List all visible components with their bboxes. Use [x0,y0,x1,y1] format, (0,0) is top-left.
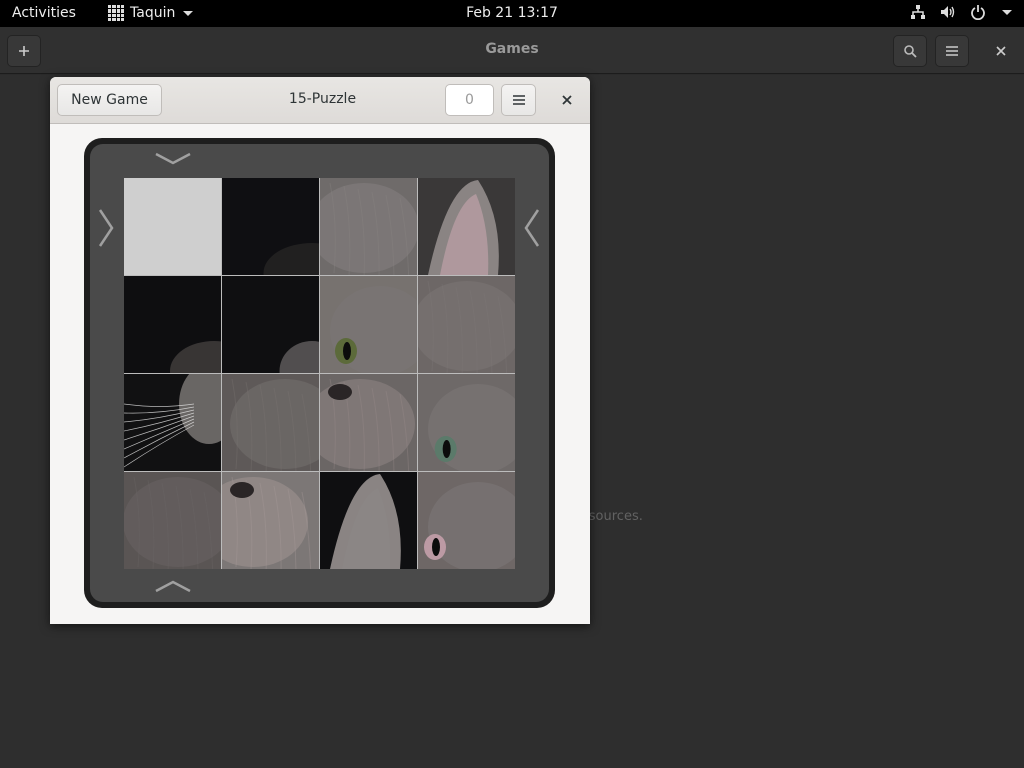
tile-image [418,472,515,569]
puzzle-tile[interactable] [418,472,515,569]
tile-image [222,276,319,373]
puzzle-tile[interactable] [418,276,515,373]
search-button[interactable] [893,35,927,67]
top-bar: Activities Taquin Feb 21 13:17 [0,0,1024,27]
clock[interactable]: Feb 21 13:17 [0,5,1024,21]
puzzle-tile[interactable] [124,374,221,471]
taquin-close-button[interactable] [552,84,582,116]
empty-tile[interactable] [124,178,221,275]
hamburger-icon [512,95,525,105]
tile-image [222,374,319,471]
close-icon [562,95,572,105]
chevron-up-icon[interactable] [154,579,192,593]
taquin-menu-button[interactable] [501,84,536,116]
puzzle-tile[interactable] [222,178,319,275]
moves-counter: 0 [445,84,494,116]
close-icon [996,46,1006,56]
tile-image [320,276,417,373]
chevron-left-icon[interactable] [524,208,540,248]
games-close-button[interactable] [984,35,1018,67]
chevron-down-icon[interactable] [154,152,192,166]
puzzle-tile[interactable] [320,374,417,471]
tile-image [418,374,515,471]
chevron-right-icon[interactable] [98,208,114,248]
tile-image [418,178,515,275]
puzzle-tile[interactable] [418,374,515,471]
games-header-bar: Games [0,27,1024,74]
puzzle-tile[interactable] [320,178,417,275]
tile-image [222,472,319,569]
search-icon [904,45,917,58]
tile-image [124,374,221,471]
tile-image [222,178,319,275]
tile-image [418,276,515,373]
network-icon [911,5,925,19]
tile-image [320,374,417,471]
puzzle-tile[interactable] [222,472,319,569]
puzzle-tile[interactable] [222,374,319,471]
volume-icon [941,6,955,18]
puzzle-tile[interactable] [222,276,319,373]
tile-image [124,276,221,373]
chevron-down-icon [1002,9,1012,15]
power-icon [971,5,985,20]
puzzle-tile[interactable] [320,276,417,373]
taquin-header-bar: New Game 15-Puzzle 0 [50,77,590,124]
tile-image [124,472,221,569]
puzzle-tile[interactable] [124,472,221,569]
tile-image [320,472,417,569]
tile-image [320,178,417,275]
puzzle-tile[interactable] [320,472,417,569]
system-status-area[interactable] [910,4,1012,20]
hamburger-icon [946,46,958,56]
games-title: Games [485,41,539,57]
games-menu-button[interactable] [935,35,969,67]
puzzle-tile[interactable] [418,178,515,275]
taquin-window: New Game 15-Puzzle 0 [50,77,590,624]
puzzle-grid[interactable] [124,178,515,569]
puzzle-tile[interactable] [124,276,221,373]
